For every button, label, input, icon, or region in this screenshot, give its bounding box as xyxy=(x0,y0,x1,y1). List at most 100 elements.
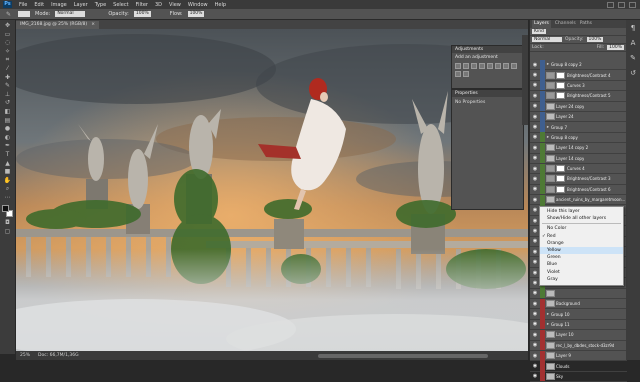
clone-stamp-tool-icon[interactable]: ⊥ xyxy=(3,91,12,98)
screen-mode-icon[interactable]: ▢ xyxy=(3,228,12,235)
menu-color-orange[interactable]: Orange xyxy=(540,240,623,247)
tab-channels[interactable]: Channels xyxy=(555,20,576,28)
brush-tool-icon[interactable]: ✎ xyxy=(3,82,12,89)
layer-row[interactable]: ◉ Background xyxy=(530,298,627,310)
maximize-icon[interactable] xyxy=(618,1,625,8)
visibility-eye-icon[interactable]: ◉ xyxy=(532,114,538,120)
visibility-eye-icon[interactable]: ◉ xyxy=(532,103,538,109)
visibility-eye-icon[interactable]: ◉ xyxy=(532,311,538,317)
vibrance-adjustment-icon[interactable] xyxy=(487,63,493,69)
layer-row[interactable]: ◉ ▸ Group 8 copy xyxy=(530,132,627,144)
menu-type[interactable]: Type xyxy=(95,2,106,8)
visibility-eye-icon[interactable]: ◉ xyxy=(532,373,538,379)
layer-row[interactable]: ◉ Layer 14 copy xyxy=(530,153,627,164)
tab-layers[interactable]: Layers xyxy=(532,20,551,28)
visibility-eye-icon[interactable]: ◉ xyxy=(532,166,538,172)
menu-window[interactable]: Window xyxy=(188,2,208,8)
menu-select[interactable]: Select xyxy=(113,2,128,8)
shape-tool-icon[interactable]: ■ xyxy=(3,168,12,175)
color-balance-adjustment-icon[interactable] xyxy=(503,63,509,69)
character-icon[interactable]: A xyxy=(631,39,636,47)
visibility-eye-icon[interactable]: ◉ xyxy=(532,332,538,338)
blur-tool-icon[interactable]: ● xyxy=(3,125,12,132)
brush-panel-icon[interactable]: ✎ xyxy=(630,54,636,62)
curves-adjustment-icon[interactable] xyxy=(471,63,477,69)
layer-row[interactable]: ◉ Layer 10 xyxy=(530,329,627,341)
close-icon[interactable] xyxy=(629,1,636,8)
pen-tool-icon[interactable]: ✒ xyxy=(3,142,12,149)
visibility-eye-icon[interactable]: ◉ xyxy=(532,62,538,68)
zoom-tool-icon[interactable]: ⌕ xyxy=(3,185,12,192)
type-tool-icon[interactable]: T xyxy=(3,151,12,158)
hand-tool-icon[interactable]: ✋ xyxy=(3,177,12,184)
menu-view[interactable]: View xyxy=(169,2,181,8)
menu-color-blue[interactable]: Blue xyxy=(540,261,623,268)
blend-mode-select[interactable]: Normal xyxy=(532,37,562,42)
layer-row[interactable]: ◉ xyxy=(530,288,627,299)
layer-opacity-input[interactable]: 100% xyxy=(586,37,604,42)
layer-row[interactable]: ◉ ▸ Group 11 xyxy=(530,319,627,331)
visibility-eye-icon[interactable]: ◉ xyxy=(532,197,538,203)
menu-help[interactable]: Help xyxy=(215,2,226,8)
menu-3d[interactable]: 3D xyxy=(155,2,162,8)
brush-tool-preset-icon[interactable]: ✎ xyxy=(4,11,13,18)
visibility-eye-icon[interactable]: ◉ xyxy=(532,249,538,255)
healing-brush-tool-icon[interactable]: ✚ xyxy=(3,74,12,81)
horizontal-scrollbar[interactable] xyxy=(318,353,488,358)
visibility-eye-icon[interactable]: ◉ xyxy=(532,218,538,224)
menu-show-hide-others[interactable]: Show/Hide all other layers xyxy=(540,215,623,222)
brightness-adjustment-icon[interactable] xyxy=(455,63,461,69)
quick-mask-icon[interactable]: ◘ xyxy=(3,219,12,226)
hue-saturation-adjustment-icon[interactable] xyxy=(495,63,501,69)
visibility-eye-icon[interactable]: ◉ xyxy=(532,270,538,276)
adjustments-panel-header[interactable]: Adjustments xyxy=(452,46,523,53)
layer-row[interactable]: ◉ ▸ Group 10 xyxy=(530,309,627,320)
visibility-eye-icon[interactable]: ◉ xyxy=(532,134,538,140)
layer-row[interactable]: ◉ Curves 3 xyxy=(530,80,627,92)
fill-input[interactable]: 100% xyxy=(607,45,624,50)
flow-input[interactable]: 100% xyxy=(187,11,205,17)
layer-row[interactable]: ◉ ancient_ruins_by_margaretmoon... xyxy=(530,194,627,206)
history-brush-tool-icon[interactable]: ↺ xyxy=(3,99,12,106)
layer-row[interactable]: ◉ rec_l_by_dbdes_stock-d3zr9d xyxy=(530,340,627,351)
visibility-eye-icon[interactable]: ◉ xyxy=(532,207,538,213)
visibility-eye-icon[interactable]: ◉ xyxy=(532,82,538,88)
layer-row[interactable]: ◉ Brightness/Contrast 3 xyxy=(530,174,627,185)
tab-paths[interactable]: Paths xyxy=(580,20,592,28)
foreground-color-swatch[interactable] xyxy=(2,205,9,213)
menu-color-none[interactable]: No Color xyxy=(540,225,623,232)
menu-edit[interactable]: Edit xyxy=(34,2,44,8)
visibility-eye-icon[interactable]: ◉ xyxy=(532,145,538,151)
visibility-eye-icon[interactable]: ◉ xyxy=(532,176,538,182)
visibility-eye-icon[interactable]: ◉ xyxy=(532,93,538,99)
history-icon[interactable]: ↺ xyxy=(630,69,636,77)
menu-color-green[interactable]: Green xyxy=(540,254,623,261)
eraser-tool-icon[interactable]: ◧ xyxy=(3,108,12,115)
visibility-eye-icon[interactable]: ◉ xyxy=(532,238,538,244)
more-tools-icon[interactable]: ⋯ xyxy=(3,194,12,201)
visibility-eye-icon[interactable]: ◉ xyxy=(532,353,538,359)
paragraph-icon[interactable]: ¶ xyxy=(631,24,635,32)
menu-layer[interactable]: Layer xyxy=(74,2,88,8)
menu-color-red[interactable]: ✓ Red xyxy=(540,233,623,240)
menu-filter[interactable]: Filter xyxy=(136,2,148,8)
kind-filter-select[interactable]: Kind xyxy=(532,29,546,34)
dodge-tool-icon[interactable]: ◐ xyxy=(3,134,12,141)
visibility-eye-icon[interactable]: ◉ xyxy=(532,186,538,192)
eyedropper-tool-icon[interactable]: ⁄ xyxy=(3,65,12,72)
quick-select-tool-icon[interactable]: ✧ xyxy=(3,48,12,55)
visibility-eye-icon[interactable]: ◉ xyxy=(532,72,538,78)
move-tool-icon[interactable]: ✥ xyxy=(3,22,12,29)
path-select-tool-icon[interactable]: ▲ xyxy=(3,160,12,167)
visibility-eye-icon[interactable]: ◉ xyxy=(532,259,538,265)
visibility-eye-icon[interactable]: ◉ xyxy=(532,290,538,296)
visibility-eye-icon[interactable]: ◉ xyxy=(532,301,538,307)
color-swatches[interactable] xyxy=(2,205,13,218)
gradient-tool-icon[interactable]: ▤ xyxy=(3,117,12,124)
crop-tool-icon[interactable]: ⌗ xyxy=(3,56,12,63)
layer-row[interactable]: ◉ Brightness/Contrast 6 xyxy=(530,184,627,196)
opacity-input[interactable]: 100% xyxy=(133,11,151,17)
zoom-level[interactable]: 25% xyxy=(20,353,30,358)
visibility-eye-icon[interactable]: ◉ xyxy=(532,342,538,348)
menu-hide-layer[interactable]: Hide this layer xyxy=(540,208,623,215)
